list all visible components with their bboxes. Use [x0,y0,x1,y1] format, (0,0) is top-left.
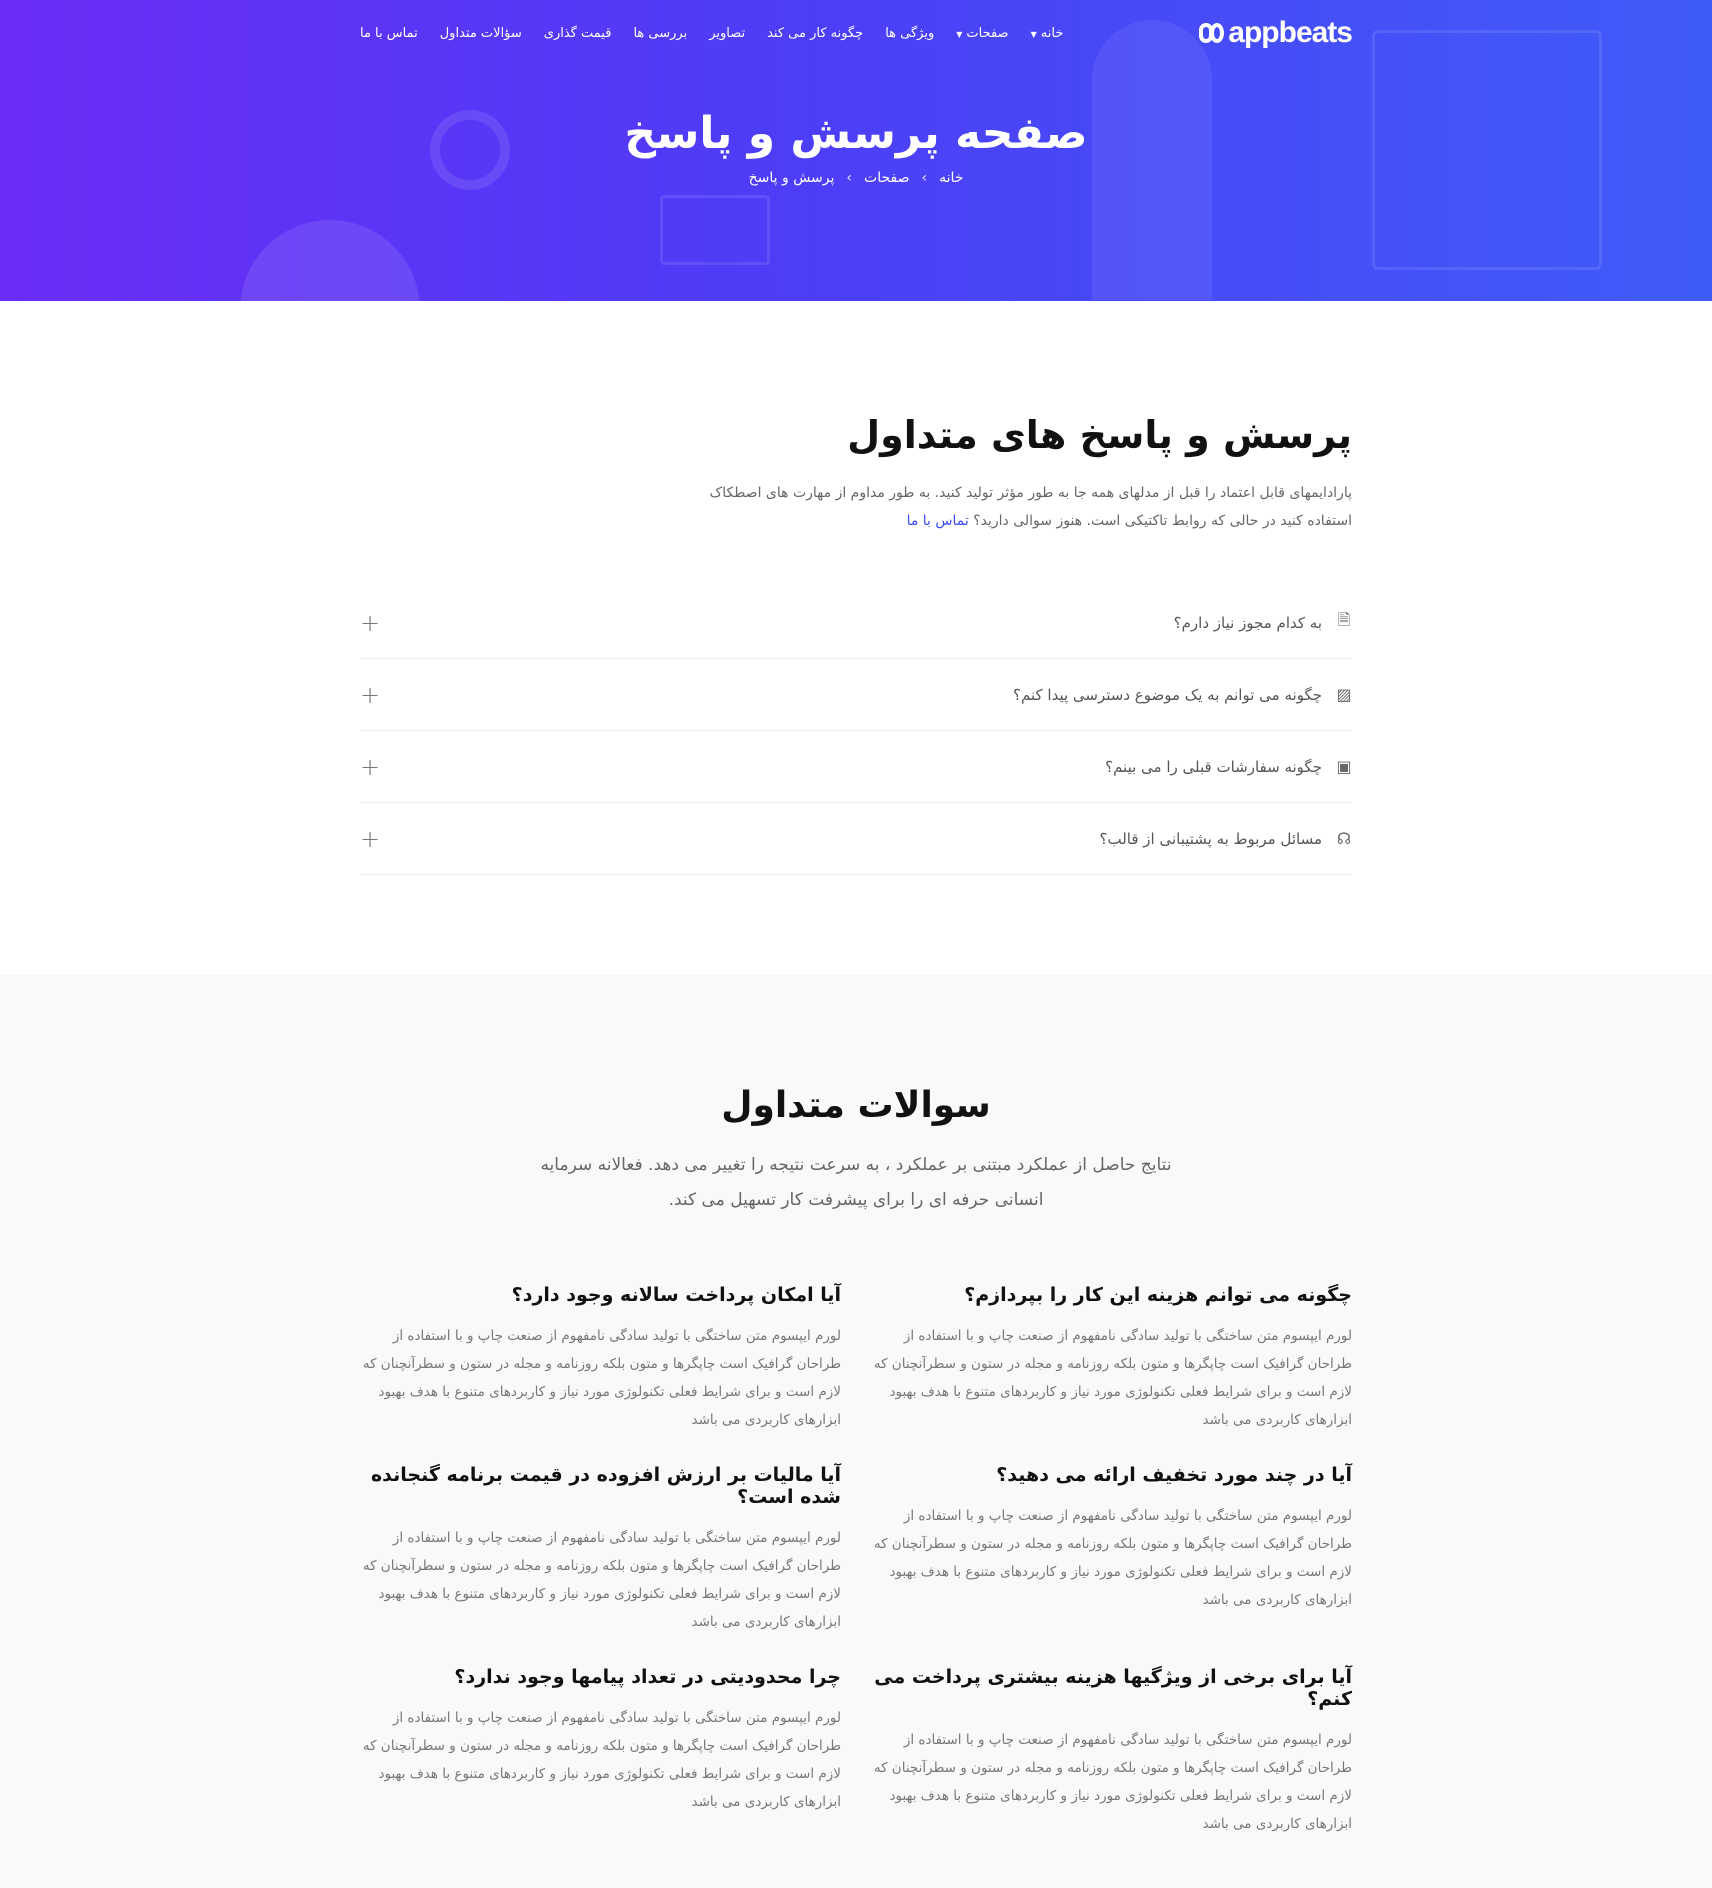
brand-name: appbeats [1228,16,1353,49]
nav-item[interactable]: چگونه کار می کند [767,26,863,41]
qa-question: آیا در چند مورد تخفیف ارائه می دهید؟ [996,1464,1352,1486]
hero-banner: appbeats خانه▼ صفحات▼ ویژگی ها چگونه کار می… [0,0,1712,301]
accordion-header: 🗎 به کدام مجوز نیاز دارم؟ [1174,609,1352,636]
nav-item[interactable]: بررسی ها [633,26,687,41]
accordion-question: به کدام مجوز نیاز دارم؟ [1173,613,1322,632]
hero-decoration [240,220,420,301]
logo-mark-icon [1199,23,1225,43]
qa-question: آیا مالیات بر ارزش افزوده در قیمت برنامه… [370,1464,841,1508]
nav-item[interactable]: تماس با ما [360,26,418,41]
nav-item-label: بررسی ها [633,25,688,41]
wallet-icon: ▣ [1336,757,1352,776]
common-questions-subtitle: نتایج حاصل از عملکرد مبتنی بر عملکرد ، ب… [540,1155,1172,1210]
accordion-item[interactable]: ☊ مسائل مربوط به پشتیبانی از قالب؟ + [360,803,1352,875]
qa-question: چگونه می توانم هزینه این کار را بپردازم؟ [964,1284,1352,1306]
faq-section: پرسش و پاسخ های متداول پارادایمهای قابل … [0,301,1712,975]
accordion-header: ▣ چگونه سفارشات قبلی را می بینم؟ [1105,757,1352,776]
nav-item-label: خانه [1040,25,1064,41]
accordion-header: ☊ مسائل مربوط به پشتیبانی از قالب؟ [1100,829,1352,848]
image-icon: ▨ [1336,685,1352,704]
top-navigation: appbeats خانه▼ صفحات▼ ویژگی ها چگونه کار می… [360,0,1353,66]
qa-answer: لورم ایپسوم متن ساختگی با تولید سادگی نا… [873,1328,1352,1428]
qa-item: آیا امکان پرداخت سالانه وجود دارد؟ لورم ا… [360,1284,841,1434]
nav-item[interactable]: سؤالات متداول [440,26,522,41]
qa-grid: چگونه می توانم هزینه این کار را بپردازم؟… [360,1284,1352,1838]
faq-title: پرسش و پاسخ های متداول [847,413,1352,457]
accordion-question: چگونه سفارشات قبلی را می بینم؟ [1105,757,1322,776]
qa-item: چگونه می توانم هزینه این کار را بپردازم؟… [871,1284,1352,1434]
qa-question: چرا محدودیتی در تعداد پیامها وجود ندارد؟ [454,1666,841,1688]
qa-question: آیا برای برخی از ویژگیها هزینه بیشتری پر… [874,1666,1352,1710]
accordion-header: ▨ چگونه می توانم به یک موضوع دسترسی پیدا … [1013,685,1352,704]
plus-icon[interactable]: + [360,755,380,779]
breadcrumb: خانه › صفحات › پرسش و پاسخ [0,170,1712,186]
nav-item-label: تماس با ما [360,25,418,41]
nav-item-label: سؤالات متداول [439,25,522,41]
nav-item[interactable]: ویژگی ها [885,26,934,41]
common-questions-section: سوالات متداول نتایج حاصل از عملکرد مبتنی… [0,975,1712,1888]
accordion-item[interactable]: ▨ چگونه می توانم به یک موضوع دسترسی پیدا … [360,659,1352,731]
nav-item-label: تصاویر [709,25,746,41]
qa-item: آیا در چند مورد تخفیف ارائه می دهید؟ لورم… [871,1464,1352,1636]
breadcrumb-link[interactable]: صفحات [864,170,909,186]
caret-down-icon: ▼ [956,29,963,39]
plus-icon[interactable]: + [360,827,380,851]
accordion-question: مسائل مربوط به پشتیبانی از قالب؟ [1099,829,1322,848]
contact-link[interactable]: تماس با ما [907,513,969,529]
nav-item[interactable]: تصاویر [709,26,745,41]
faq-description: پارادایمهای قابل اعتماد را قبل از مدلهای… [672,479,1352,535]
faq-accordion: 🗎 به کدام مجوز نیاز دارم؟ + ▨ چگونه می توانم… [360,587,1352,875]
qa-answer: لورم ایپسوم متن ساختگی با تولید سادگی نا… [873,1508,1352,1608]
document-icon: 🗎 [1337,610,1351,629]
hero-decoration [660,195,770,265]
main-menu: خانه▼ صفحات▼ ویژگی ها چگونه کار می کند تصاوی… [360,26,1063,41]
qa-question: آیا امکان پرداخت سالانه وجود دارد؟ [511,1284,841,1306]
qa-item: چرا محدودیتی در تعداد پیامها وجود ندارد؟… [360,1666,841,1838]
headset-icon: ☊ [1336,829,1352,848]
nav-item-label: چگونه کار می کند [767,25,864,41]
nav-item[interactable]: قیمت گذاری [544,26,612,41]
breadcrumb-current: پرسش و پاسخ [748,170,835,186]
accordion-question: چگونه می توانم به یک موضوع دسترسی پیدا ک… [1013,685,1322,704]
nav-item[interactable]: خانه▼ [1031,26,1064,41]
accordion-item[interactable]: ▣ چگونه سفارشات قبلی را می بینم؟ + [360,731,1352,803]
qa-answer: لورم ایپسوم متن ساختگی با تولید سادگی نا… [362,1710,841,1810]
caret-down-icon: ▼ [1030,29,1037,39]
faq-description-text: پارادایمهای قابل اعتماد را قبل از مدلهای… [709,485,1352,529]
nav-item-label: ویژگی ها [885,25,935,41]
breadcrumb-separator: › [921,170,928,186]
brand-logo[interactable]: appbeats [1199,16,1353,50]
qa-item: آیا مالیات بر ارزش افزوده در قیمت برنامه… [360,1464,841,1636]
qa-answer: لورم ایپسوم متن ساختگی با تولید سادگی نا… [362,1328,841,1428]
plus-icon[interactable]: + [360,683,380,707]
common-questions-title: سوالات متداول [721,1085,991,1126]
accordion-item[interactable]: 🗎 به کدام مجوز نیاز دارم؟ + [360,587,1352,659]
nav-item-label: قیمت گذاری [543,25,612,41]
qa-answer: لورم ایپسوم متن ساختگی با تولید سادگی نا… [362,1530,841,1630]
plus-icon[interactable]: + [360,611,380,635]
breadcrumb-separator: › [846,170,853,186]
nav-item-label: صفحات [966,25,1009,41]
nav-item[interactable]: صفحات▼ [956,26,1008,41]
breadcrumb-link[interactable]: خانه [939,170,963,186]
qa-item: آیا برای برخی از ویژگیها هزینه بیشتری پر… [871,1666,1352,1838]
qa-answer: لورم ایپسوم متن ساختگی با تولید سادگی نا… [873,1732,1352,1832]
page-title: صفحه پرسش و پاسخ [624,108,1088,159]
